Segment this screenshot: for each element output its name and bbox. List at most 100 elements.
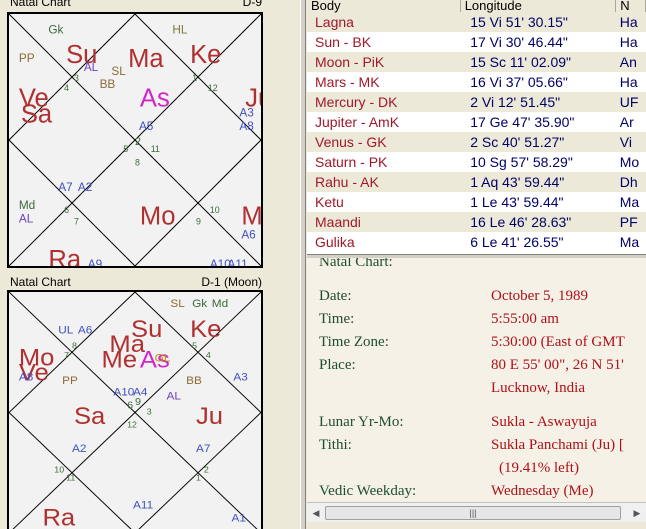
column-header-body[interactable]: Body	[307, 0, 461, 12]
chart-header: Natal Chart D-1 (Moon)	[8, 275, 262, 291]
cell-nakshatra: Vi	[615, 132, 646, 152]
moon-chart[interactable]: SL Gk MdKeSuUL A68754MaMo Me AsGLVeA8 PP BB A3A1…	[7, 290, 263, 529]
chart-label: As	[140, 85, 170, 113]
chart-label: 1	[196, 472, 201, 482]
cell-nakshatra: UF	[615, 92, 646, 112]
chart-label: PP	[19, 51, 35, 65]
chart-label: 5	[192, 341, 197, 351]
table-row[interactable]: Saturn - PK 10 Sg 57' 58.29" Mo	[307, 152, 646, 172]
chart-label: 11	[66, 472, 75, 482]
scroll-left-icon[interactable]: ◀	[309, 506, 323, 520]
chart-label: Md	[212, 298, 228, 310]
table-header-row: Body Longitude N	[307, 0, 646, 12]
cell-longitude: 17 Vi 30' 46.44"	[460, 32, 616, 52]
status-strip	[307, 522, 646, 529]
chart-label: A11	[228, 257, 248, 268]
cell-body: Mercury - DK	[307, 92, 461, 112]
cell-longitude: 6 Le 41' 26.55"	[460, 232, 616, 252]
cell-longitude: 15 Vi 51' 30.15"	[460, 12, 616, 32]
table-row[interactable]: Sun - BK 17 Vi 30' 46.44" Ha	[307, 32, 646, 52]
chart-label: 4	[206, 350, 211, 360]
planet-table-panel: Body Longitude N Lagna 15 Vi 51' 30.15" Ha…	[307, 0, 646, 254]
chart-label: A8	[19, 372, 33, 384]
cell-body: Venus - GK	[307, 132, 461, 152]
cell-longitude: 2 Sc 40' 51.27"	[460, 132, 616, 152]
table-row[interactable]: Jupiter - AmK 17 Ge 47' 35.90" Ar	[307, 112, 646, 132]
info-value: Lucknow, India	[491, 380, 585, 396]
chart-label: 2	[204, 465, 209, 475]
table-row[interactable]: Mars - MK 16 Vi 37' 05.66" Ha	[307, 72, 646, 92]
chart-info-panel: Natal Chart: Date: October 5, 1989 Time: 5:…	[307, 258, 646, 502]
info-value: 80 E 55' 00", 26 N 51'	[491, 357, 624, 373]
cell-nakshatra: Ma	[615, 232, 646, 252]
info-label: Tithi:	[319, 437, 352, 453]
cell-longitude: 1 Aq 43' 59.44"	[460, 172, 616, 192]
cell-body: Rahu - AK	[307, 172, 461, 192]
table-row[interactable]: Mercury - DK 2 Vi 12' 51.45" UF	[307, 92, 646, 112]
column-header-nakshatra[interactable]: N	[615, 0, 646, 12]
table-row[interactable]: Venus - GK 2 Sc 40' 51.27" Vi	[307, 132, 646, 152]
chart-label: A1	[231, 513, 245, 525]
cell-longitude: 15 Sc 11' 02.09"	[460, 52, 616, 72]
chart-label: Gk	[48, 23, 63, 37]
vertical-splitter[interactable]	[300, 0, 306, 529]
table-row[interactable]: Rahu - AK 1 Aq 43' 59.44" Dh	[307, 172, 646, 192]
chart-label: A9	[88, 257, 102, 268]
column-header-longitude[interactable]: Longitude	[460, 0, 617, 12]
info-label: Place:	[319, 357, 356, 373]
chart-label: AL	[19, 212, 34, 226]
chart-label: A7	[196, 443, 210, 455]
info-label: Vedic Weekday:	[319, 483, 417, 499]
chart-title: Natal Chart	[10, 0, 71, 9]
info-value: (19.41% left)	[499, 460, 579, 476]
chart-division: D-1 (Moon)	[201, 275, 262, 289]
cell-body: Mars - MK	[307, 72, 461, 92]
chart-label: Me	[102, 346, 138, 373]
cell-body: Saturn - PK	[307, 152, 461, 172]
chart-label: BB	[100, 77, 116, 91]
chart-label: Md	[19, 198, 35, 212]
table-row[interactable]: Lagna 15 Vi 51' 30.15" Ha	[307, 12, 646, 32]
horizontal-scrollbar[interactable]: ◀ ||| ▶	[307, 502, 646, 522]
chart-label: A3	[233, 372, 247, 384]
chart-label: A2	[72, 443, 86, 455]
chart-label: 8	[72, 341, 77, 351]
chart-label: Mo	[140, 203, 176, 231]
chart-label: A5	[139, 119, 154, 133]
chart-label: A10	[113, 387, 134, 399]
scroll-right-icon[interactable]: ▶	[630, 506, 644, 520]
info-label: Lunar Yr-Mo:	[319, 414, 404, 430]
chart-label: A8	[239, 119, 254, 133]
info-label: Time:	[319, 311, 355, 327]
chart-label: 3	[74, 73, 79, 83]
table-row[interactable]: Gulika 6 Le 41' 26.55" Ma	[307, 232, 646, 252]
chart-label: Ma	[128, 45, 164, 73]
chart-label: A3	[239, 105, 254, 119]
navamsa-chart[interactable]: GkHLPPSuKeSLMaALBB43112VeAsJuSaA3A8A5521…	[7, 12, 263, 268]
chart-label: A2	[78, 180, 92, 194]
planet-table: Body Longitude N Lagna 15 Vi 51' 30.15" Ha…	[307, 0, 646, 252]
table-row[interactable]: Moon - PiK 15 Sc 11' 02.09" An	[307, 52, 646, 72]
chart-label: 12	[208, 83, 218, 93]
cell-body: Sun - BK	[307, 32, 461, 52]
table-row[interactable]: Maandi 16 Le 46' 28.63" PF	[307, 212, 646, 232]
scroll-thumb[interactable]: |||	[325, 506, 621, 520]
info-value: 5:30:00 (East of GMT	[491, 334, 625, 350]
chart-label: Ra	[48, 246, 81, 268]
table-row[interactable]: Ketu 1 Le 43' 59.44" Ma	[307, 192, 646, 212]
info-value: Sukla Panchami (Ju) [	[491, 437, 624, 453]
chart-label: Ju	[196, 402, 223, 429]
chart-division: D-9	[242, 0, 262, 9]
chart-label: Ra	[42, 504, 75, 529]
cell-body: Lagna	[307, 12, 461, 32]
chart-label: SL	[170, 298, 185, 310]
info-value: October 5, 1989	[491, 288, 589, 304]
chart-label: 3	[147, 407, 152, 417]
cell-longitude: 16 Le 46' 28.63"	[460, 212, 616, 232]
cell-nakshatra: An	[615, 52, 646, 72]
chart-header: Natal Chart D-9	[8, 0, 262, 11]
cell-body: Jupiter - AmK	[307, 112, 461, 132]
chart-label: AL	[84, 60, 99, 74]
chart-label: 2	[135, 136, 141, 148]
chart-title: Natal Chart	[10, 275, 71, 289]
